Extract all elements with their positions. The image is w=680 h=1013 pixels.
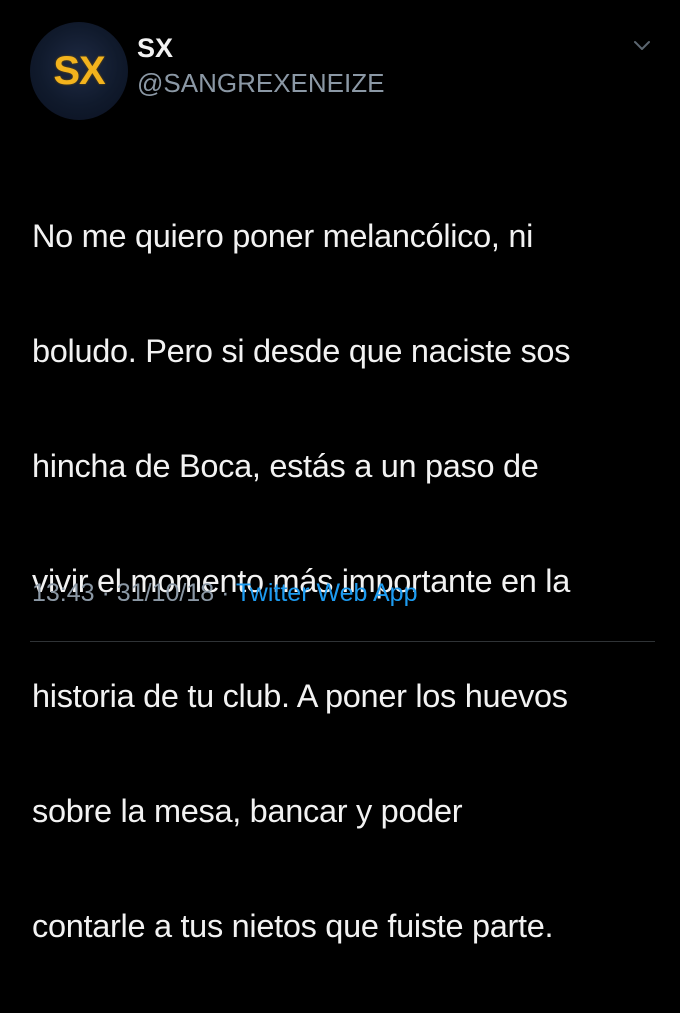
- tweet-text-line: boludo. Pero si desde que naciste sos: [32, 332, 571, 369]
- divider: [30, 641, 655, 642]
- avatar-logo-text: SX: [53, 49, 105, 93]
- tweet-time[interactable]: 13:43: [32, 579, 95, 607]
- avatar[interactable]: SX: [30, 22, 128, 120]
- tweet-meta: 13:43 · 31/10/18 · Twitter Web App: [32, 578, 417, 608]
- tweet-text-line: contarle a tus nietos que fuiste parte.: [32, 907, 554, 944]
- chevron-down-icon[interactable]: [630, 34, 654, 58]
- tweet-text-line: historia de tu club. A poner los huevos: [32, 677, 568, 714]
- author-handle[interactable]: @SANGREXENEIZE: [137, 68, 384, 98]
- author-display-name[interactable]: SX: [137, 33, 173, 63]
- tweet-source-link[interactable]: Twitter Web App: [236, 579, 418, 607]
- tweet-text-line: No me quiero poner melancólico, ni: [32, 217, 534, 254]
- tweet-text-line: hincha de Boca, estás a un paso de: [32, 447, 539, 484]
- tweet-date[interactable]: 31/10/18: [117, 579, 214, 607]
- meta-separator: ·: [101, 579, 110, 607]
- meta-separator: ·: [221, 579, 230, 607]
- tweet-text-line: sobre la mesa, bancar y poder: [32, 792, 463, 829]
- tweet-card: SX SX @SANGREXENEIZE No me quiero poner …: [0, 0, 680, 944]
